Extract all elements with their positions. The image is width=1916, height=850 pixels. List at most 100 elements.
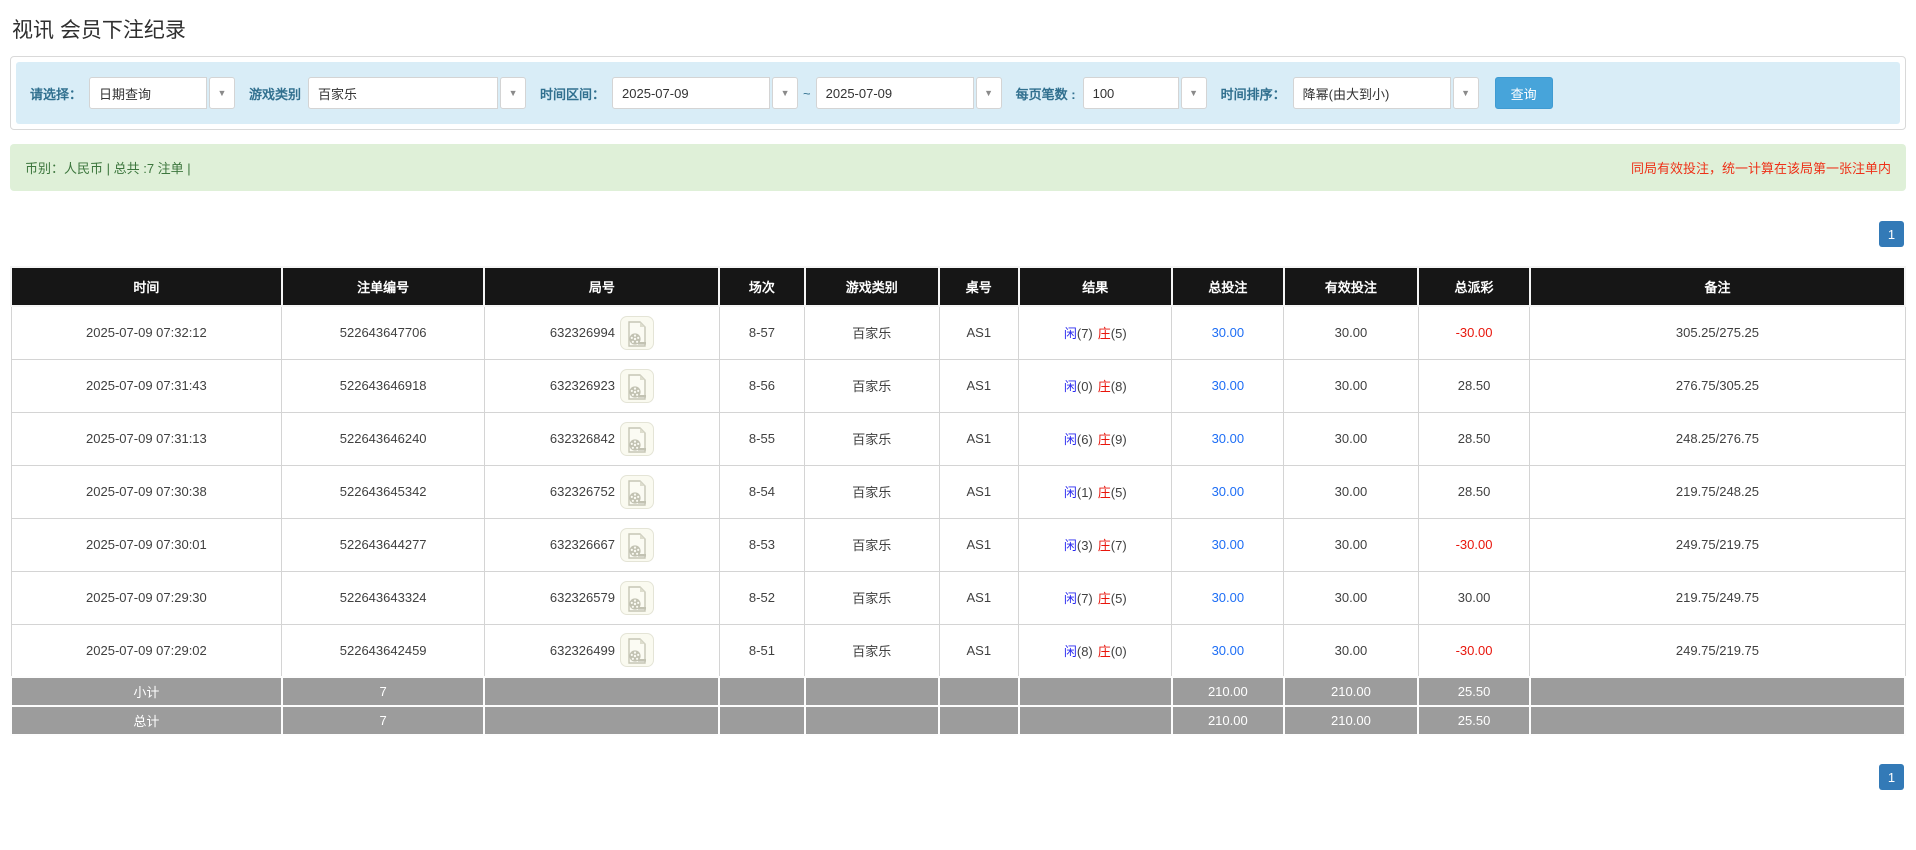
total-bet-cell[interactable]: 30.00: [1171, 358, 1285, 413]
time-sort-value[interactable]: 降幂(由大到小): [1292, 77, 1451, 109]
bet-id-cell: 522643646240: [281, 411, 485, 466]
total-bet-cell[interactable]: 30.00: [1171, 623, 1285, 678]
date-to-picker[interactable]: 2025-07-09 ▼: [815, 77, 1002, 109]
date-from-value[interactable]: 2025-07-09: [612, 77, 771, 109]
result-cell: 闲(3) 庄(7): [1018, 517, 1173, 572]
column-header-game-type: 游戏类别: [803, 266, 941, 307]
video-replay-button[interactable]: [619, 580, 654, 615]
empty-cell: [803, 705, 941, 736]
bet-id-cell: 522643642459: [281, 623, 485, 678]
time-cell: 2025-07-09 07:29:02: [10, 623, 283, 678]
round-id: 632326752: [549, 484, 615, 499]
column-header-round: 局号: [483, 266, 721, 307]
caret-down-icon[interactable]: ▼: [1180, 77, 1207, 109]
empty-cell: [718, 676, 806, 707]
total-payout: 25.50: [1417, 705, 1531, 736]
valid-bet-cell: 30.00: [1283, 623, 1419, 678]
caret-down-icon[interactable]: ▼: [772, 77, 799, 109]
round-cell: 632326994: [483, 305, 720, 360]
search-button[interactable]: 查询: [1494, 77, 1553, 109]
session-cell: 8-54: [718, 464, 806, 519]
valid-bet-cell: 30.00: [1283, 570, 1419, 625]
video-replay-button[interactable]: [619, 474, 654, 509]
page-title: 视讯 会员下注纪录: [12, 19, 186, 42]
total-count: 7: [280, 705, 486, 736]
table-row: 2025-07-09 07:32:12 522643647706 6323269…: [10, 305, 1906, 360]
valid-bet-cell: 30.00: [1283, 464, 1419, 519]
table-no-cell: AS1: [938, 464, 1020, 519]
caret-down-icon[interactable]: ▼: [500, 77, 527, 109]
session-cell: 8-56: [718, 358, 806, 413]
filter-panel: 请选择： 日期查询 ▼ 游戏类别 百家乐 ▼ 时间区间： 2025-07-09 …: [10, 56, 1906, 130]
round-id: 632326499: [549, 642, 615, 658]
player-result: 闲(6): [1063, 432, 1093, 447]
video-replay-button[interactable]: [619, 421, 654, 456]
player-result: 闲(3): [1063, 538, 1093, 553]
total-bet-link[interactable]: 30.00: [1212, 378, 1245, 393]
page-button-1[interactable]: 1: [1879, 764, 1904, 790]
empty-cell: [803, 676, 941, 707]
video-replay-button[interactable]: [619, 633, 654, 668]
summary-bar: 币别：人民币 | 总共 :7 注单 | 同局有效投注，统一计算在该局第一张注单内: [10, 144, 1906, 191]
session-cell: 8-53: [718, 517, 806, 572]
empty-cell: [1017, 705, 1173, 736]
pagination-bottom: 1: [10, 764, 1904, 790]
result-cell: 闲(7) 庄(5): [1018, 305, 1173, 360]
total-bet-link[interactable]: 30.00: [1212, 590, 1245, 605]
valid-bet-cell: 30.00: [1283, 358, 1419, 413]
column-header-result: 结果: [1017, 266, 1173, 307]
caret-down-icon[interactable]: ▼: [1452, 77, 1479, 109]
total-bet-link[interactable]: 30.00: [1212, 325, 1245, 340]
subtotal-label: 小计: [10, 676, 283, 707]
page-size-value[interactable]: 100: [1082, 77, 1179, 109]
date-from-picker[interactable]: 2025-07-09 ▼: [612, 77, 799, 109]
banker-result: 庄(5): [1097, 326, 1127, 342]
total-bet-cell[interactable]: 30.00: [1171, 464, 1285, 519]
total-bet-link[interactable]: 30.00: [1212, 537, 1245, 552]
payout-cell: 28.50: [1417, 411, 1531, 466]
video-replay-button[interactable]: [619, 368, 654, 403]
player-result: 闲(7): [1063, 326, 1093, 342]
total-bet-cell[interactable]: 30.00: [1171, 517, 1285, 572]
video-replay-button[interactable]: [619, 527, 654, 562]
date-to-value[interactable]: 2025-07-09: [815, 77, 974, 109]
page-button-1[interactable]: 1: [1879, 221, 1904, 247]
video-replay-button[interactable]: [619, 315, 654, 350]
player-result: 闲(0): [1063, 379, 1093, 394]
total-bet-cell[interactable]: 30.00: [1171, 305, 1285, 360]
total-bet-link[interactable]: 30.00: [1212, 431, 1245, 446]
total-bet-cell[interactable]: 30.00: [1171, 570, 1285, 625]
query-type-select[interactable]: 日期查询 ▼: [89, 77, 236, 109]
page-container: 视讯 会员下注纪录 请选择： 日期查询 ▼ 游戏类别 百家乐 ▼ 时间区间： 2…: [0, 14, 1916, 790]
caret-down-icon[interactable]: ▼: [209, 77, 236, 109]
total-row: 总计 7 210.00 210.00 25.50: [10, 705, 1907, 736]
total-label: 总计: [10, 705, 283, 736]
game-type-value[interactable]: 百家乐: [308, 77, 499, 109]
total-bet-link[interactable]: 30.00: [1212, 484, 1245, 499]
query-type-value[interactable]: 日期查询: [89, 77, 208, 109]
table-no-cell: AS1: [938, 305, 1020, 360]
banker-result: 庄(7): [1097, 538, 1127, 553]
column-header-table-no: 桌号: [938, 266, 1020, 307]
payout-cell: -30.00: [1417, 305, 1531, 360]
date-range-label: 时间区间：: [540, 86, 606, 102]
column-header-bet-id: 注单编号: [280, 266, 486, 307]
payout-cell: 28.50: [1417, 464, 1531, 519]
valid-bet-cell: 30.00: [1283, 305, 1419, 360]
bet-id-cell: 522643646918: [281, 358, 485, 413]
game-type-select[interactable]: 百家乐 ▼: [308, 77, 527, 109]
time-sort-select[interactable]: 降幂(由大到小) ▼: [1292, 77, 1479, 109]
game-type-cell: 百家乐: [804, 305, 940, 360]
time-cell: 2025-07-09 07:29:30: [10, 570, 283, 625]
valid-bet-notice: 同局有效投注，统一计算在该局第一张注单内: [1630, 161, 1891, 176]
payout-cell: 28.50: [1417, 358, 1531, 413]
round-id: 632326667: [549, 537, 615, 552]
empty-cell: [1017, 676, 1173, 707]
total-bet-link[interactable]: 30.00: [1212, 643, 1245, 658]
round-cell: 632326842: [483, 411, 720, 466]
time-cell: 2025-07-09 07:30:01: [10, 517, 283, 572]
total-bet-cell[interactable]: 30.00: [1171, 411, 1285, 466]
page-size-select[interactable]: 100 ▼: [1082, 77, 1207, 109]
caret-down-icon[interactable]: ▼: [975, 77, 1002, 109]
table-no-cell: AS1: [938, 411, 1020, 466]
